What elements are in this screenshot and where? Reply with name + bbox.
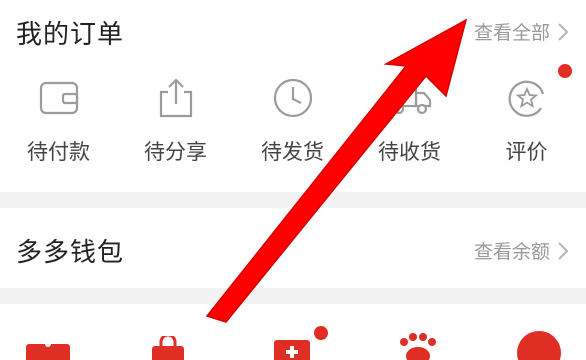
annotation-arrow	[205, 18, 468, 323]
